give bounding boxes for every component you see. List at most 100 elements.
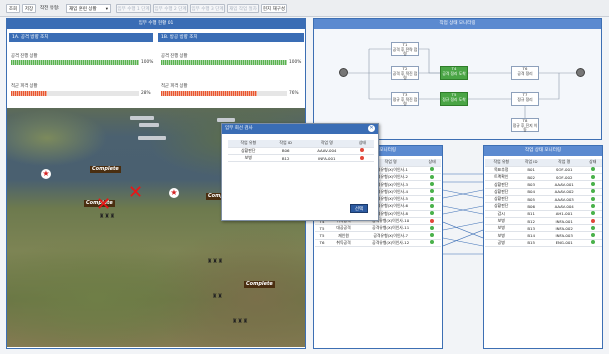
table-row[interactable]: 상황판단 B04 AAAV-002: [485, 188, 602, 197]
table-cell: B13: [517, 224, 545, 233]
node-t4[interactable]: T4 공격 정리 도착: [440, 66, 468, 80]
col-name: 작업 명: [302, 140, 351, 148]
table-cell: SOF-001: [544, 166, 584, 175]
scenario-select-value: 재입 훈련 상황: [69, 7, 97, 12]
table-cell: AAAV-003: [544, 195, 584, 204]
table-cell: T6: [315, 239, 330, 248]
col-type: 작업 유형: [485, 159, 518, 167]
table-cell: B11: [517, 210, 545, 218]
col-id: 작업 ID: [517, 159, 545, 167]
attack-subpanel-title: 1A. 공격 방향 조치: [9, 33, 153, 42]
rebuild-button[interactable]: 현지 재구성: [261, 4, 287, 13]
step1-button[interactable]: 임무 수행 1 단계: [116, 4, 151, 13]
status-dot-icon: [590, 189, 595, 194]
col-status: 상태: [583, 159, 602, 167]
status-dot-icon: [430, 225, 435, 230]
table-row[interactable]: T5 대공공격 공격유형(X)이인사-11: [315, 224, 441, 233]
star-marker-icon[interactable]: ★: [41, 169, 51, 179]
status-dot-icon: [590, 196, 595, 201]
left-row2-label: 적군 피격 상황: [11, 84, 38, 89]
node-t5[interactable]: T5 정규 정리 도착: [440, 92, 468, 106]
save-button[interactable]: 저장: [22, 4, 36, 13]
table-row[interactable]: 목표추정 B01 SOF-001: [485, 166, 602, 175]
table-cell: AAAV-001: [544, 180, 584, 189]
table-cell: 상황판단: [228, 147, 269, 156]
right-row1-pct: 100%: [289, 60, 302, 65]
query-button[interactable]: 조회: [6, 4, 20, 13]
right-row1-label: 공격 진행 상황: [161, 54, 188, 59]
status-cell: [350, 147, 374, 156]
status-cell: [583, 224, 602, 233]
table-cell: 취득공격: [329, 239, 359, 248]
table-cell: B02: [517, 173, 545, 182]
table-row[interactable]: 보병 B12 INFA-001: [228, 154, 374, 163]
ship-icon: [130, 116, 154, 120]
table-cell: 감시: [485, 210, 518, 218]
table-cell: INFA-001: [544, 217, 584, 226]
table-cell: B06: [268, 147, 303, 156]
right-row1-fill: [161, 60, 287, 65]
col-name: 작업 명: [544, 159, 584, 167]
destroyed-x-icon: ✕: [96, 194, 112, 215]
table-cell: B12: [517, 217, 545, 226]
status-cell: [423, 180, 441, 189]
table-row[interactable]: 상황판단 B05 AAAV-003: [485, 195, 602, 204]
table-cell: 상황판단: [485, 195, 518, 204]
step2-button[interactable]: 임무 수행 2 단계: [153, 4, 188, 13]
status-cell: [423, 195, 441, 204]
table-cell: 공격유형(X)이인사-7: [358, 231, 424, 240]
table-row[interactable]: 감시 B11 AH1-001: [485, 210, 602, 218]
node-t3[interactable]: T3 정규 후 적진 점령: [391, 92, 419, 106]
table-cell: 트랙확인: [485, 173, 518, 182]
right-status-panel: 작업 상태 모니터링 작업 유형 작업 ID 작업 명 상태 목표추정 B01 SO…: [483, 145, 603, 349]
node-t1[interactable]: T1 공격 후 전략 점령: [391, 42, 419, 56]
table-cell: B14: [517, 231, 545, 240]
node-t8[interactable]: T8 정규 후 진지 이동: [511, 118, 539, 132]
table-row[interactable]: 보병 B14 INFA-003: [485, 231, 602, 240]
status-cell: [350, 154, 374, 163]
check-dialog: 임무 회선 검사 ✕ 작업 유형 작업 ID 작업 명 상태 상황판단 B06 AA…: [221, 123, 379, 221]
select-button[interactable]: 선택: [350, 204, 368, 213]
right-row2-pct: 76%: [289, 91, 299, 96]
table-row[interactable]: 보병 B13 INFA-002: [485, 224, 602, 233]
node-t7[interactable]: T7 정규 정리: [511, 92, 539, 106]
table-row[interactable]: 트랙확인 B02 SOF-002: [485, 173, 602, 182]
close-icon[interactable]: ✕: [368, 125, 375, 132]
star-marker-icon[interactable]: ★: [169, 188, 179, 198]
status-dot-icon: [590, 203, 595, 208]
table-row[interactable]: 상황판단 B03 AAAV-001: [485, 180, 602, 189]
table-cell: 공병: [485, 239, 518, 248]
col-id: 작업 ID: [268, 140, 303, 148]
node-t6[interactable]: T6 공격 정리: [511, 66, 539, 80]
status-cell: [423, 239, 441, 248]
complete-label: Complete: [244, 281, 275, 288]
table-cell: 상황판단: [485, 202, 518, 211]
scenario-select[interactable]: 재입 훈련 상황 ▾: [66, 4, 111, 13]
table-cell: SOF-002: [544, 173, 584, 182]
left-row2-bar: [11, 91, 139, 96]
table-row[interactable]: 상황판단 B06 AAAV-004: [228, 147, 374, 156]
right-row2-bar: [161, 91, 287, 96]
table-row[interactable]: 공병 B15 ENG-001: [485, 239, 602, 248]
right-row1-bar: [161, 60, 287, 65]
toolbar: 조회 저장 작전 유형: 재입 훈련 상황 ▾ 임무 수행 1 단계 임무 수행…: [0, 0, 609, 17]
status-cell: [423, 210, 441, 218]
table-row[interactable]: 상황판단 B06 AAAV-004: [485, 202, 602, 211]
status-dot-icon: [590, 218, 595, 223]
node-t2[interactable]: T2 공격 후 적진 점령: [391, 66, 419, 80]
col-status: 상태: [350, 140, 374, 148]
step3-button[interactable]: 임무 수행 3 단계: [190, 4, 225, 13]
status-cell: [583, 202, 602, 211]
table-cell: B03: [517, 180, 545, 189]
table-cell: AAAV-004: [544, 202, 584, 211]
table-row[interactable]: T5 재인원 공격유형(X)이인사-7: [315, 231, 441, 240]
status-dot-icon: [430, 233, 435, 238]
mapping-lines: [443, 173, 483, 255]
table-cell: 상황판단: [485, 180, 518, 189]
mission-panel-title: 임무 수행 현황 01: [7, 19, 305, 29]
procedure-button[interactable]: 재입 작업 절차: [227, 4, 259, 13]
table-row[interactable]: T6 취득공격 공격유형(X)이인사-12: [315, 239, 441, 248]
status-dot-icon: [430, 189, 435, 194]
table-row[interactable]: 보병 B12 INFA-001: [485, 217, 602, 226]
table-cell: T5: [315, 231, 330, 240]
